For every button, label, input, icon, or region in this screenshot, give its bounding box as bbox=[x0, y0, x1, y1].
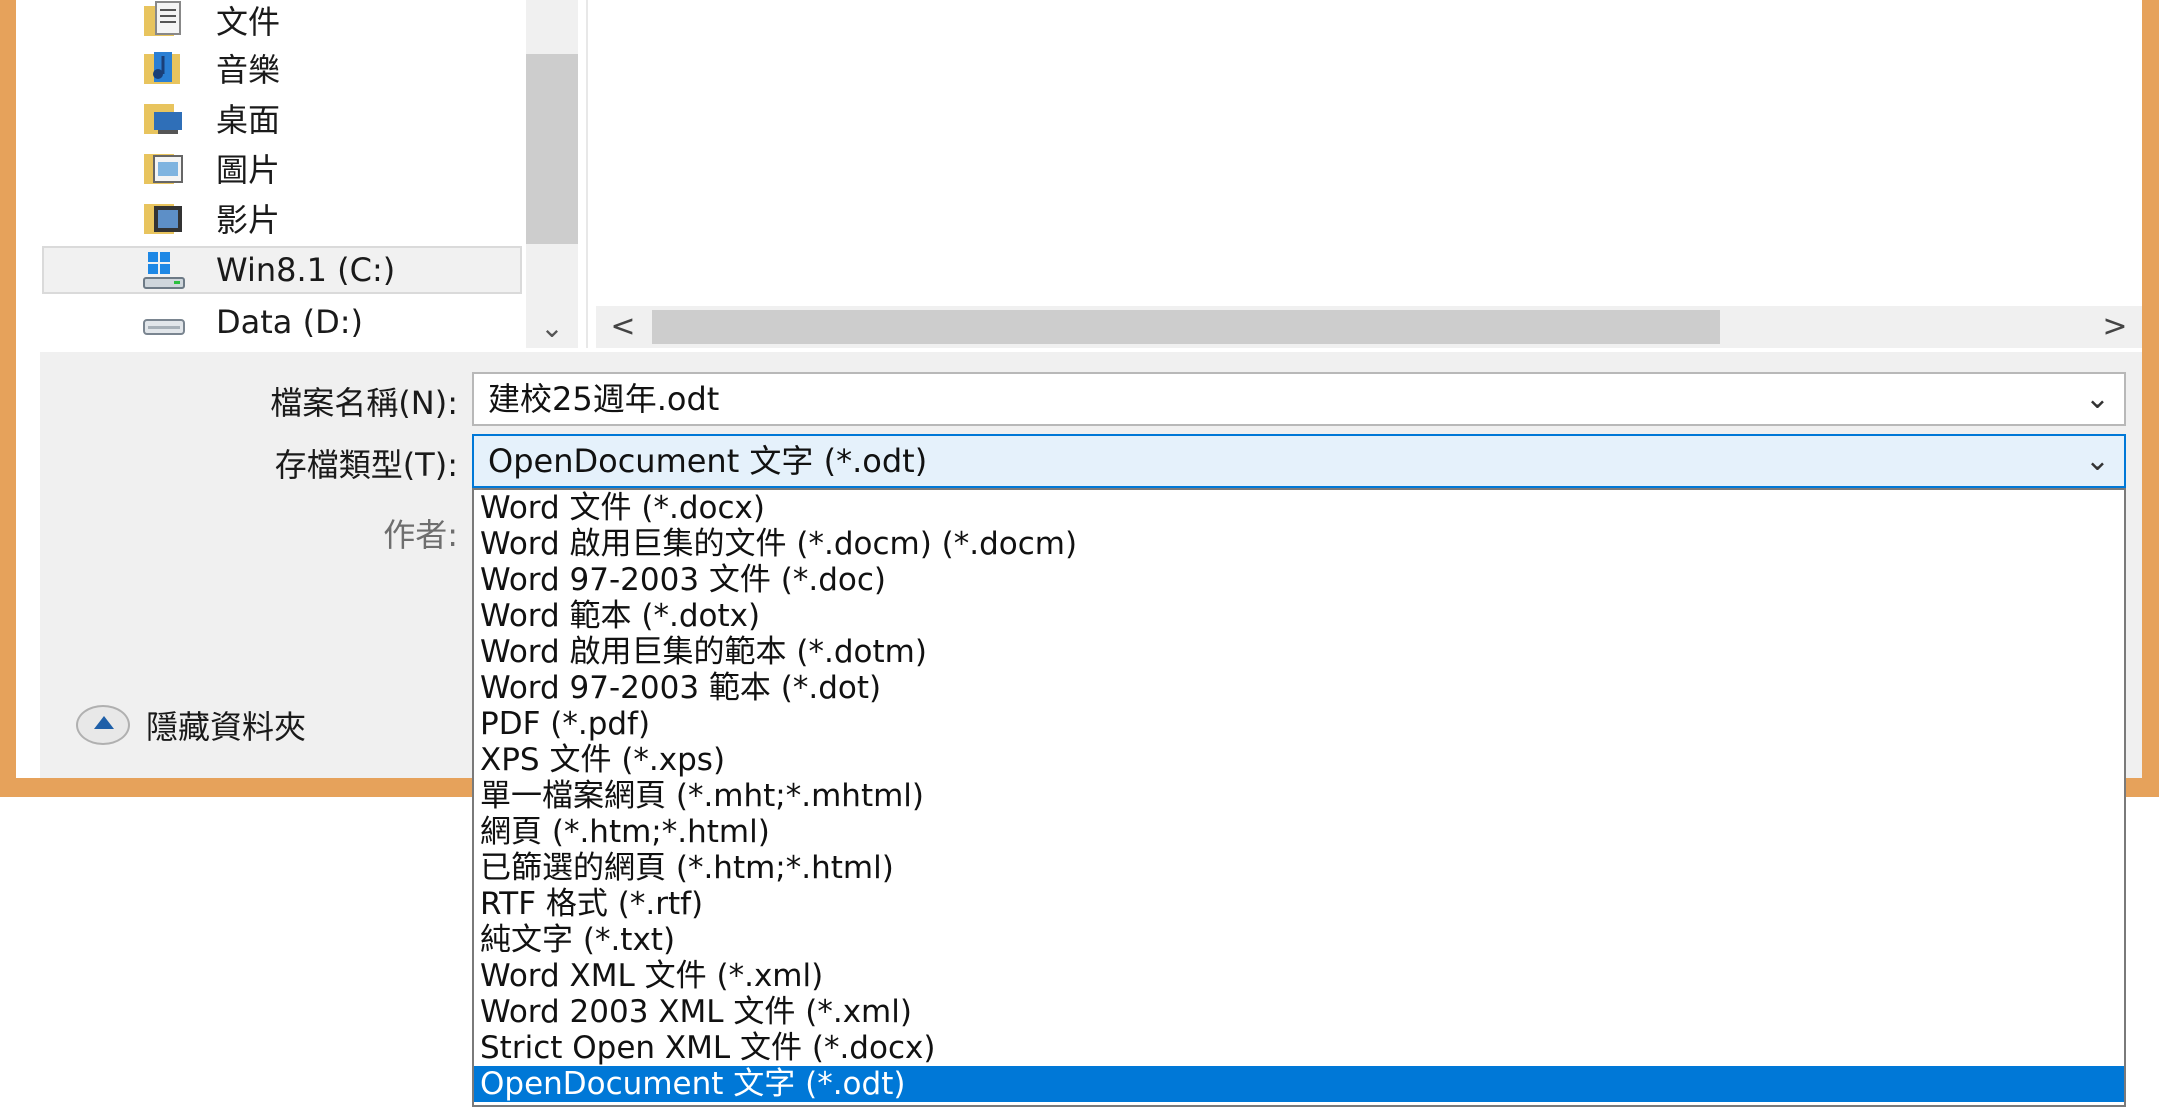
filetype-option[interactable]: RTF 格式 (*.rtf) bbox=[474, 886, 2124, 922]
filetype-option-selected[interactable]: OpenDocument 文字 (*.odt) bbox=[474, 1066, 2124, 1102]
videos-folder-icon bbox=[144, 204, 182, 234]
filetype-option[interactable]: 網頁 (*.htm;*.html) bbox=[474, 814, 2124, 850]
dialog-border-right bbox=[2142, 0, 2159, 778]
chevron-down-icon[interactable]: ⌄ bbox=[2085, 436, 2110, 486]
chevron-left-icon[interactable]: < bbox=[598, 306, 648, 348]
file-list-pane[interactable] bbox=[588, 0, 2142, 348]
chevron-down-icon[interactable]: ⌄ bbox=[526, 306, 578, 350]
nav-scroll-thumb[interactable] bbox=[526, 54, 578, 244]
hide-folders-button[interactable]: 隱藏資料夾 bbox=[76, 700, 306, 750]
nav-item-documents[interactable]: 文件 bbox=[42, 0, 522, 44]
filetype-option[interactable]: Word 範本 (*.dotx) bbox=[474, 598, 2124, 634]
filetype-option[interactable]: 單一檔案網頁 (*.mht;*.mhtml) bbox=[474, 778, 2124, 814]
filetype-label: 存檔類型(T): bbox=[274, 446, 458, 484]
nav-label: 圖片 bbox=[216, 151, 281, 189]
documents-folder-icon bbox=[144, 1, 181, 36]
nav-label: 文件 bbox=[216, 3, 281, 41]
filetype-option[interactable]: 已篩選的網頁 (*.htm;*.html) bbox=[474, 850, 2124, 886]
pictures-folder-icon bbox=[144, 154, 183, 184]
filename-label: 檔案名稱(N): bbox=[270, 384, 458, 422]
nav-label: Win8.1 (C:) bbox=[216, 251, 396, 289]
filetype-option[interactable]: Word XML 文件 (*.xml) bbox=[474, 958, 2124, 994]
nav-item-music[interactable]: 音樂 bbox=[42, 44, 522, 92]
navigation-pane: 文件 音樂 桌面 圖片 影片 Win8.1 (C:) Data (D:) bbox=[40, 0, 540, 348]
desktop-folder-icon bbox=[144, 104, 182, 134]
author-label: 作者: bbox=[383, 516, 458, 554]
filetype-option[interactable]: Word 2003 XML 文件 (*.xml) bbox=[474, 994, 2124, 1030]
filetype-option[interactable]: Word 啟用巨集的範本 (*.dotm) bbox=[474, 634, 2124, 670]
chevron-down-icon[interactable]: ⌄ bbox=[2085, 374, 2110, 424]
hide-folders-label: 隱藏資料夾 bbox=[146, 708, 307, 746]
filetype-option[interactable]: XPS 文件 (*.xps) bbox=[474, 742, 2124, 778]
filetype-option[interactable]: Word 97-2003 文件 (*.doc) bbox=[474, 562, 2124, 598]
nav-label: 音樂 bbox=[216, 51, 281, 89]
nav-item-desktop[interactable]: 桌面 bbox=[42, 94, 522, 142]
drive-icon bbox=[143, 319, 185, 335]
filetype-option[interactable]: Word 文件 (*.docx) bbox=[474, 490, 2124, 526]
nav-item-pictures[interactable]: 圖片 bbox=[42, 144, 522, 192]
music-folder-icon bbox=[144, 52, 180, 84]
nav-label: 桌面 bbox=[216, 101, 281, 139]
nav-label: 影片 bbox=[216, 201, 281, 239]
filename-value: 建校25週年.odt bbox=[488, 380, 720, 418]
filetype-select[interactable]: OpenDocument 文字 (*.odt) ⌄ bbox=[472, 434, 2126, 488]
nav-label: Data (D:) bbox=[216, 303, 363, 341]
filetype-option[interactable]: PDF (*.pdf) bbox=[474, 706, 2124, 742]
filetype-option[interactable]: Word 啟用巨集的文件 (*.docm) (*.docm) bbox=[474, 526, 2124, 562]
filename-field[interactable]: 建校25週年.odt ⌄ bbox=[472, 372, 2126, 426]
filetype-option[interactable]: 純文字 (*.txt) bbox=[474, 922, 2124, 958]
filetype-option[interactable]: Word 97-2003 範本 (*.dot) bbox=[474, 670, 2124, 706]
chevron-up-icon bbox=[76, 705, 130, 745]
windows-drive-icon bbox=[143, 252, 185, 289]
nav-item-d-drive[interactable]: Data (D:) bbox=[42, 298, 522, 346]
nav-item-videos[interactable]: 影片 bbox=[42, 194, 522, 242]
chevron-right-icon[interactable]: > bbox=[2090, 306, 2140, 348]
filetype-dropdown-list[interactable]: Word 文件 (*.docx) Word 啟用巨集的文件 (*.docm) (… bbox=[472, 488, 2126, 1107]
filetype-option[interactable]: Strict Open XML 文件 (*.docx) bbox=[474, 1030, 2124, 1066]
horizontal-scroll-thumb[interactable] bbox=[652, 310, 1720, 344]
nav-item-c-drive[interactable]: Win8.1 (C:) bbox=[42, 246, 522, 294]
filetype-value: OpenDocument 文字 (*.odt) bbox=[488, 442, 928, 480]
